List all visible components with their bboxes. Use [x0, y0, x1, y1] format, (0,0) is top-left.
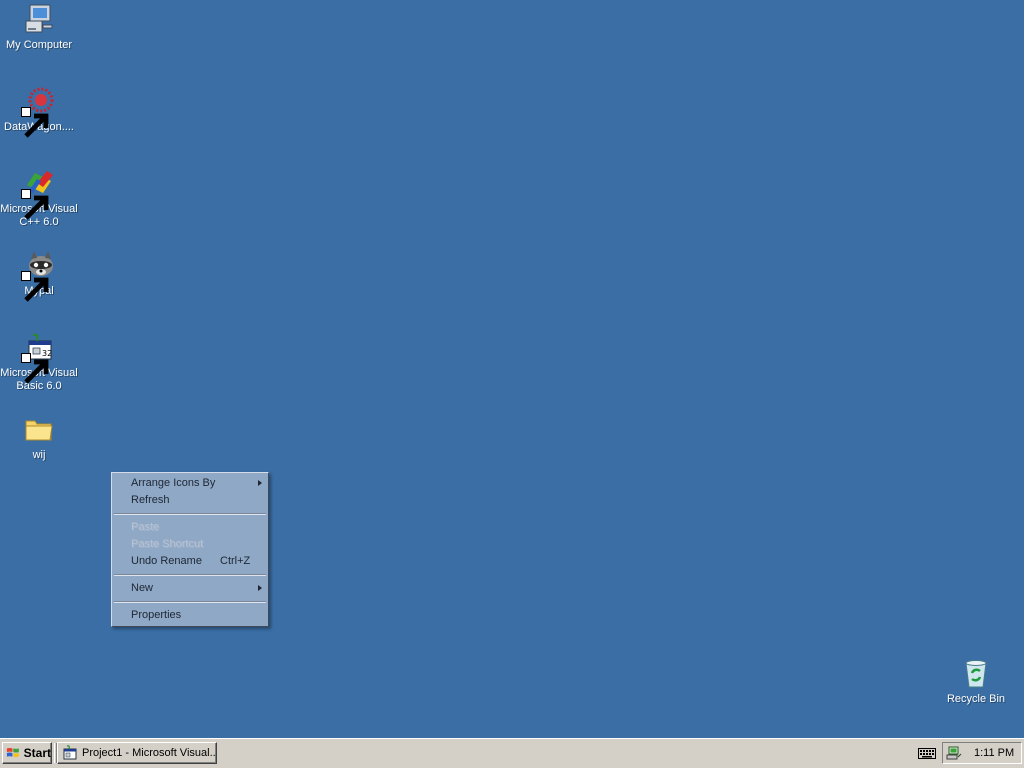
- my-computer-icon: [23, 3, 55, 35]
- desktop-context-menu: Arrange Icons By Refresh Paste Paste Sho…: [111, 472, 269, 627]
- menu-separator: [114, 513, 266, 515]
- taskbar-button-label: Project1 - Microsoft Visual...: [82, 747, 217, 759]
- menu-item-arrange-icons-by[interactable]: Arrange Icons By: [112, 475, 268, 492]
- desktop-icon-label: Recycle Bin: [946, 693, 1006, 705]
- menu-item-label: Arrange Icons By: [131, 477, 216, 489]
- mypal-raccoon-icon: [21, 249, 55, 302]
- menu-item-refresh[interactable]: Refresh: [112, 492, 268, 509]
- taskbar: Start Project1 - Microsoft Visual... 1:1…: [0, 738, 1024, 768]
- clock[interactable]: 1:11 PM: [974, 747, 1014, 759]
- desktop[interactable]: My Computer DataWagon.... Microsoft Visu…: [0, 0, 1024, 738]
- datawagon-icon: [21, 85, 55, 138]
- desktop-icon-visual-cpp[interactable]: Microsoft Visual C++ 6.0: [0, 167, 78, 229]
- visual-basic-icon: [63, 745, 77, 760]
- menu-item-shortcut: Ctrl+Z: [220, 555, 251, 567]
- menu-item-paste: Paste: [112, 519, 268, 536]
- submenu-arrow-icon: [258, 480, 262, 486]
- shortcut-arrow-icon: [21, 353, 49, 384]
- menu-separator: [114, 601, 266, 603]
- desktop-icon-recycle-bin[interactable]: Recycle Bin: [937, 657, 1015, 706]
- menu-item-label: Paste Shortcut: [131, 538, 204, 550]
- menu-item-label: Paste: [131, 521, 160, 533]
- menu-item-label: Properties: [131, 609, 182, 621]
- start-button[interactable]: Start: [2, 742, 52, 764]
- menu-item-undo-rename[interactable]: Undo Rename Ctrl+Z: [112, 553, 268, 570]
- windows-logo-icon: [6, 747, 19, 758]
- visual-basic-icon: 32: [21, 331, 55, 384]
- folder-icon: [23, 413, 55, 445]
- menu-item-properties[interactable]: Properties: [112, 607, 268, 624]
- visual-cpp-icon: [21, 167, 55, 220]
- desktop-icon-visual-basic[interactable]: 32 Microsoft Visual Basic 6.0: [0, 331, 78, 393]
- desktop-icon-datawagon[interactable]: DataWagon....: [0, 85, 78, 138]
- menu-item-label: Undo Rename: [131, 555, 202, 567]
- menu-separator: [114, 574, 266, 576]
- desktop-icon-label: wij: [32, 449, 46, 461]
- menu-item-paste-shortcut: Paste Shortcut: [112, 536, 268, 553]
- desktop-icon-mypal[interactable]: Mypal: [0, 249, 78, 302]
- shortcut-arrow-icon: [21, 271, 49, 302]
- menu-item-label: New: [131, 582, 154, 594]
- menu-item-label: Refresh: [131, 494, 170, 506]
- keyboard-icon[interactable]: [918, 747, 936, 760]
- submenu-arrow-icon: [258, 585, 262, 591]
- network-icon[interactable]: [946, 745, 962, 761]
- desktop-icon-label: My Computer: [5, 39, 73, 51]
- shortcut-arrow-icon: [21, 107, 49, 138]
- menu-item-new[interactable]: New: [112, 580, 268, 597]
- desktop-icon-wij-folder[interactable]: wij: [0, 413, 78, 462]
- start-label: Start: [23, 746, 51, 760]
- recycle-bin-icon: [960, 657, 992, 689]
- system-tray: 1:11 PM: [942, 742, 1022, 764]
- shortcut-arrow-icon: [21, 189, 49, 220]
- taskbar-button-project1[interactable]: Project1 - Microsoft Visual...: [57, 742, 217, 764]
- desktop-icon-my-computer[interactable]: My Computer: [0, 3, 78, 52]
